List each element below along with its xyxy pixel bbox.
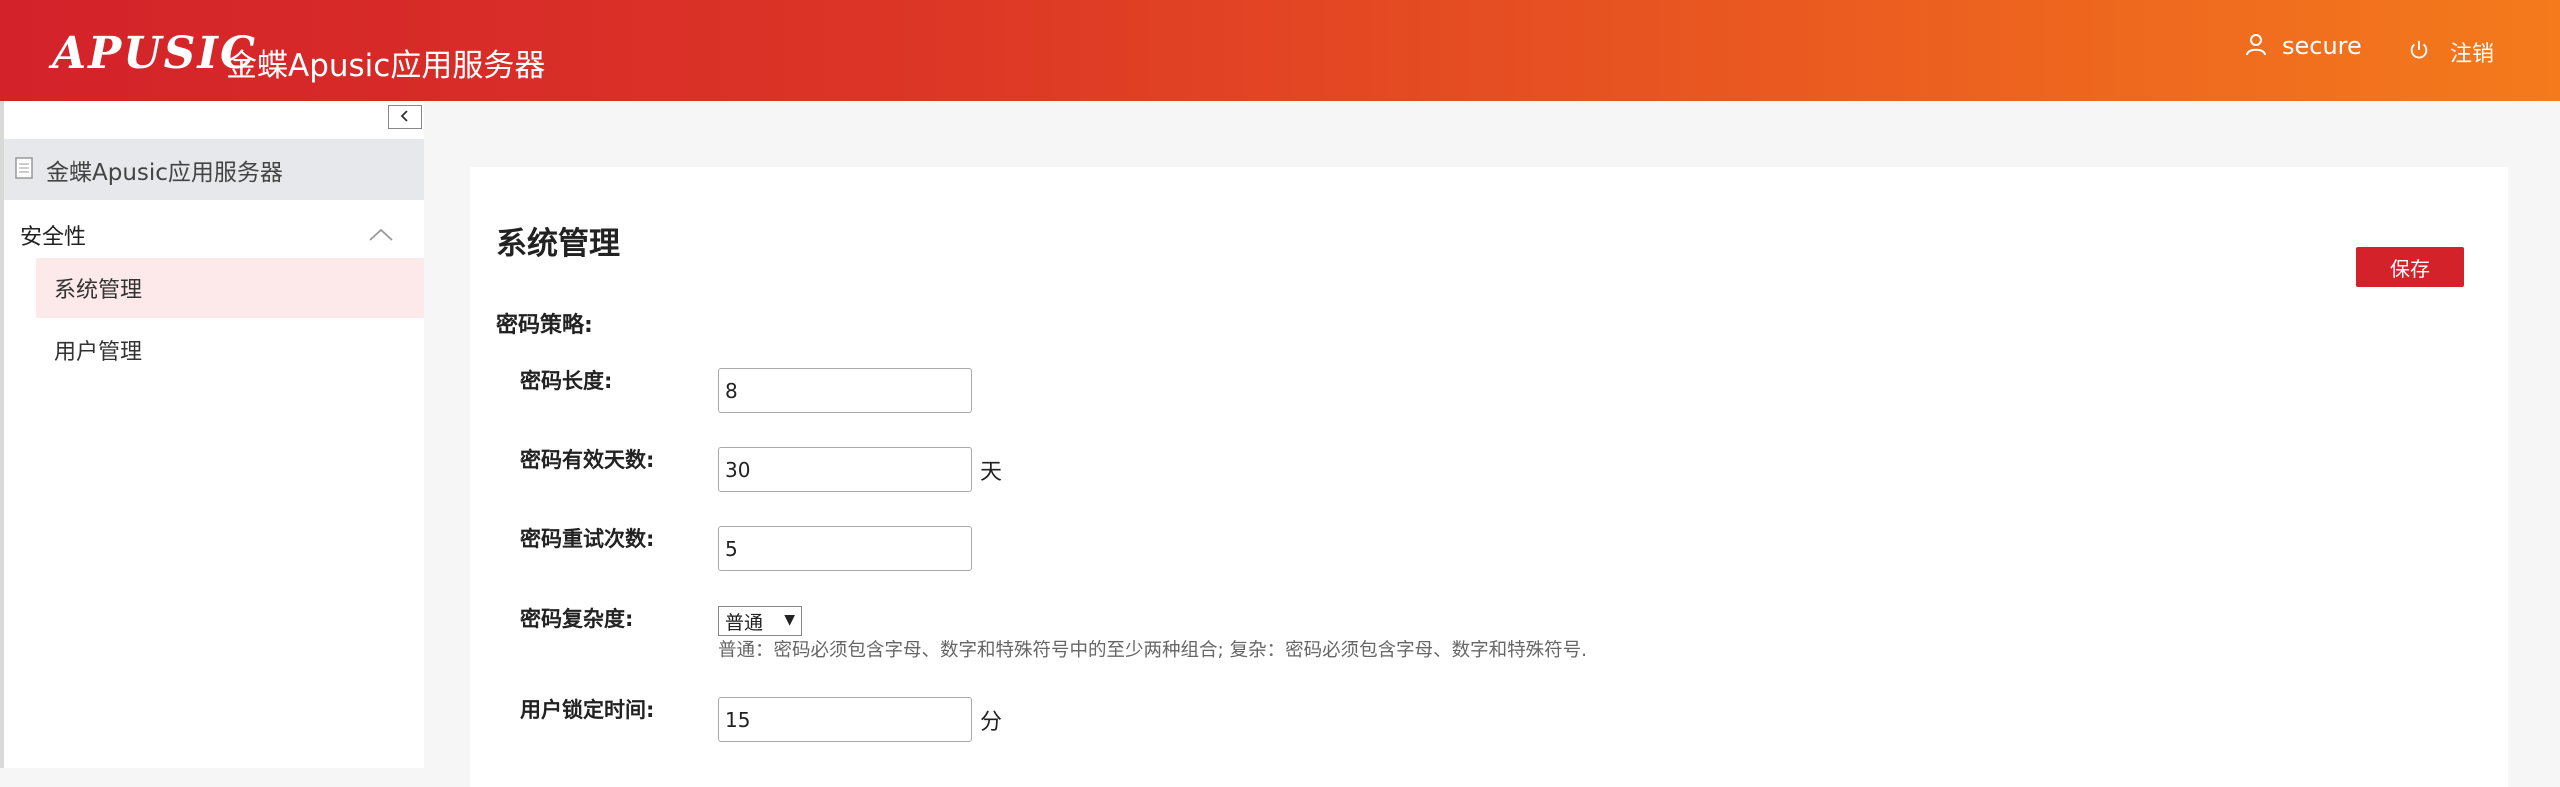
logout-button[interactable]: 注销 — [2408, 36, 2494, 68]
chevron-up-icon — [368, 227, 394, 247]
content-card: 系统管理 保存 密码策略: 密码长度: 密码有效天数: 天 密码重试次数: 密码… — [470, 167, 2508, 787]
user-menu[interactable]: secure — [2244, 32, 2362, 60]
sidebar-item-system-management[interactable]: 系统管理 — [36, 258, 424, 318]
sidebar-group-label: 安全性 — [20, 225, 87, 250]
sidebar-item-user-management[interactable]: 用户管理 — [36, 320, 424, 380]
username: secure — [2282, 32, 2362, 60]
logout-label: 注销 — [2450, 42, 2495, 67]
collapse-icon — [398, 108, 412, 127]
app-title: 金蝶Apusic应用服务器 — [226, 48, 546, 84]
power-icon — [2408, 39, 2430, 65]
password-policy-heading: 密码策略: — [496, 313, 593, 338]
password-complexity-label: 密码复杂度: — [520, 607, 634, 631]
sidebar-root-item[interactable]: 金蝶Apusic应用服务器 — [4, 139, 424, 200]
user-lock-time-input[interactable] — [718, 697, 972, 742]
password-retry-label: 密码重试次数: — [520, 527, 655, 551]
password-valid-days-label: 密码有效天数: — [520, 448, 655, 472]
save-button[interactable]: 保存 — [2356, 247, 2464, 287]
select-value: 普通 — [725, 611, 764, 634]
dropdown-arrow-icon: ▼ — [784, 612, 795, 628]
sidebar-group-security[interactable]: 安全性 — [4, 205, 424, 265]
user-icon — [2244, 32, 2268, 60]
page-title: 系统管理 — [496, 226, 620, 262]
user-lock-time-label: 用户锁定时间: — [520, 698, 655, 722]
days-unit: 天 — [980, 460, 1003, 485]
password-valid-days-input[interactable] — [718, 447, 972, 492]
minutes-unit: 分 — [980, 710, 1003, 735]
password-length-input[interactable] — [718, 368, 972, 413]
sidebar: 金蝶Apusic应用服务器 安全性 系统管理 用户管理 — [0, 101, 424, 768]
password-complexity-select[interactable]: 普通 ▼ — [718, 606, 802, 636]
sidebar-root-label: 金蝶Apusic应用服务器 — [46, 159, 283, 186]
complexity-hint: 普通：密码必须包含字母、数字和特殊符号中的至少两种组合; 复杂：密码必须包含字母… — [718, 640, 1587, 661]
top-header: APUSIC 金蝶Apusic应用服务器 secure 注销 — [0, 0, 2560, 101]
document-icon — [14, 156, 34, 184]
sidebar-collapse-button[interactable] — [388, 105, 422, 129]
sidebar-item-label: 系统管理 — [54, 278, 143, 303]
password-length-label: 密码长度: — [520, 369, 613, 393]
password-retry-input[interactable] — [718, 526, 972, 571]
sidebar-item-label: 用户管理 — [54, 340, 143, 365]
